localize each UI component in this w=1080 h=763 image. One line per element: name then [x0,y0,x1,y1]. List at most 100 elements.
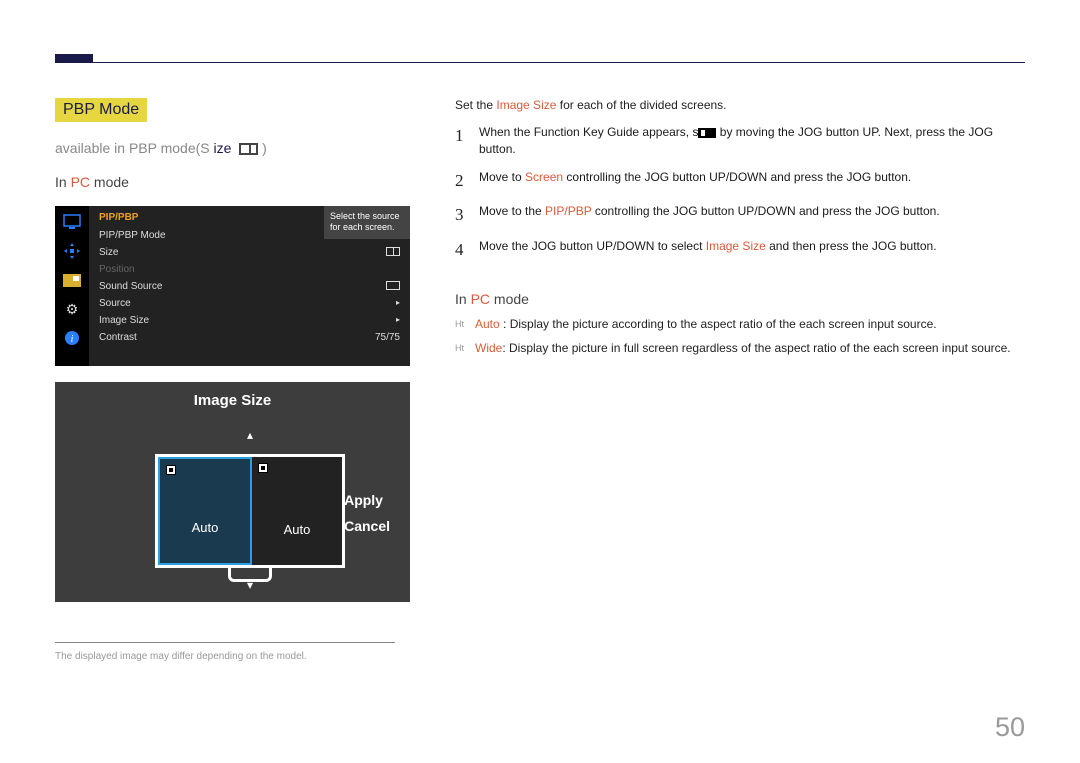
bullet-desc: : Display the picture in full screen reg… [502,341,1010,355]
step-text: Move to Screen controlling the JOG butto… [479,169,911,186]
source-indicator-icon [258,463,268,473]
step2-pre: Move to [479,170,525,184]
cancel-button[interactable]: Cancel [344,518,390,534]
intro-pre: Set the [455,98,496,112]
inpc-pc: PC [71,174,90,190]
header-rule [55,62,1025,63]
gear-icon[interactable]: ⚙ [62,299,82,319]
step-text: Move the JOG button UP/DOWN to select Im… [479,238,937,255]
osd-menu: ⚙ i Select the source for each screen. P… [55,206,410,366]
left-column: PBP Mode available in PBP mode(S ize ) I… [55,98,410,662]
osd-row-sound[interactable]: Sound Source [89,278,410,295]
screen-left[interactable]: Auto [158,457,252,565]
availability-note: available in PBP mode(S ize ) [55,140,410,156]
osd-tooltip: Select the source for each screen. [324,206,410,239]
bullet-wide: Ht Wide: Display the picture in full scr… [455,341,1025,355]
intro-text: Set the Image Size for each of the divid… [455,98,1025,112]
intro-post: for each of the divided screens. [556,98,726,112]
section-heading: PBP Mode [55,98,147,122]
pbp-split-icon [239,143,258,155]
step-text: Move to the PIP/PBP controlling the JOG … [479,203,940,220]
osd-row-position: Position [89,261,410,278]
panel-buttons: Apply Cancel [344,482,390,544]
step2-acc: Screen [525,170,563,184]
chevron-right-icon: ▸ [396,315,400,326]
step-number: 1 [455,124,479,149]
chevron-right-icon: ▸ [396,298,400,309]
apply-button[interactable]: Apply [344,492,390,508]
osd-contrast-value: 75/75 [375,332,400,343]
step-3: 3 Move to the PIP/PBP controlling the JO… [455,203,1025,228]
step3-pre: Move to the [479,204,545,218]
move-icon[interactable] [62,241,82,261]
step4-post: and then press the JOG button. [766,239,937,253]
osd-row-size[interactable]: Size [89,244,410,261]
bullet-desc: : Display the picture according to the a… [500,317,937,331]
step-number: 4 [455,238,479,263]
monitor-frame: Auto Auto [155,454,345,568]
in-pc-mode-label: In PC mode [55,174,410,190]
svg-text:i: i [71,334,74,345]
bullet-text: Auto : Display the picture according to … [475,317,937,331]
osd-row-image[interactable]: Image Size ▸ [89,312,410,329]
step2-post: controlling the JOG button UP/DOWN and p… [563,170,911,184]
bullet-marker: Ht [455,341,475,355]
inpc-suf: mode [90,174,129,190]
source-indicator-icon [166,465,176,475]
screen-right[interactable]: Auto [252,457,342,565]
step1-pre: When the Function Key Guide appears, s [479,125,698,139]
osd-row-source[interactable]: Source ▸ [89,295,410,312]
osd-size-label: Size [99,247,118,258]
page: 50 PBP Mode available in PBP mode(S ize … [0,0,1080,763]
osd-sidebar: ⚙ i [55,206,89,366]
footnote: The displayed image may differ depending… [55,651,410,662]
osd-row-contrast[interactable]: Contrast 75/75 [89,329,410,346]
step4-acc: Image Size [706,239,766,253]
step-2: 2 Move to Screen controlling the JOG but… [455,169,1025,194]
select-icon [698,128,716,138]
info-icon[interactable]: i [62,328,82,348]
step3-acc: PIP/PBP [545,204,591,218]
step-number: 2 [455,169,479,194]
step4-pre: Move the JOG button UP/DOWN to select [479,239,706,253]
steps-list: 1 When the Function Key Guide appears, s… [455,124,1025,263]
osd-sound-label: Sound Source [99,281,162,292]
avail-prefix: available in PBP mode(S [55,140,210,156]
pip-icon[interactable] [62,270,82,290]
chevron-up-icon[interactable]: ▴ [247,428,253,442]
pbp-mini-icon [386,247,400,256]
step-number: 3 [455,203,479,228]
header-tab [55,54,93,62]
bullet-acc: Wide [475,341,502,355]
osd-source-label: Source [99,298,131,309]
page-number: 50 [995,712,1025,743]
avail-mid: ize [214,140,232,156]
bullet-acc: Auto [475,317,500,331]
step-1: 1 When the Function Key Guide appears, s… [455,124,1025,159]
avail-suffix: ) [262,140,267,156]
in-pc-mode-heading: In PC mode [455,291,1025,307]
rinpc-pre: In [455,291,471,307]
screen-left-value: Auto [192,520,219,563]
rinpc-pc: PC [471,291,490,307]
bullet-auto: Ht Auto : Display the picture according … [455,317,1025,331]
step-text: When the Function Key Guide appears, s b… [479,124,1025,159]
osd-contrast-label: Contrast [99,332,137,343]
step-4: 4 Move the JOG button UP/DOWN to select … [455,238,1025,263]
bullet-marker: Ht [455,317,475,331]
monitor-preview: Auto Auto [155,454,345,582]
right-column: Set the Image Size for each of the divid… [455,98,1025,355]
monitor-icon[interactable] [62,212,82,232]
footnote-rule [55,642,395,643]
panel-title: Image Size [55,382,410,415]
osd-main: Select the source for each screen. PIP/P… [89,206,410,366]
chevron-down-icon[interactable]: ▾ [247,578,253,592]
step3-post: controlling the JOG button UP/DOWN and p… [592,204,940,218]
intro-acc: Image Size [496,98,556,112]
osd-mode-label: PIP/PBP Mode [99,230,166,241]
bullet-text: Wide: Display the picture in full screen… [475,341,1011,355]
osd-image-label: Image Size [99,315,149,326]
screen-right-value: Auto [284,522,311,565]
inpc-pre: In [55,174,71,190]
osd-position-label: Position [99,264,135,275]
